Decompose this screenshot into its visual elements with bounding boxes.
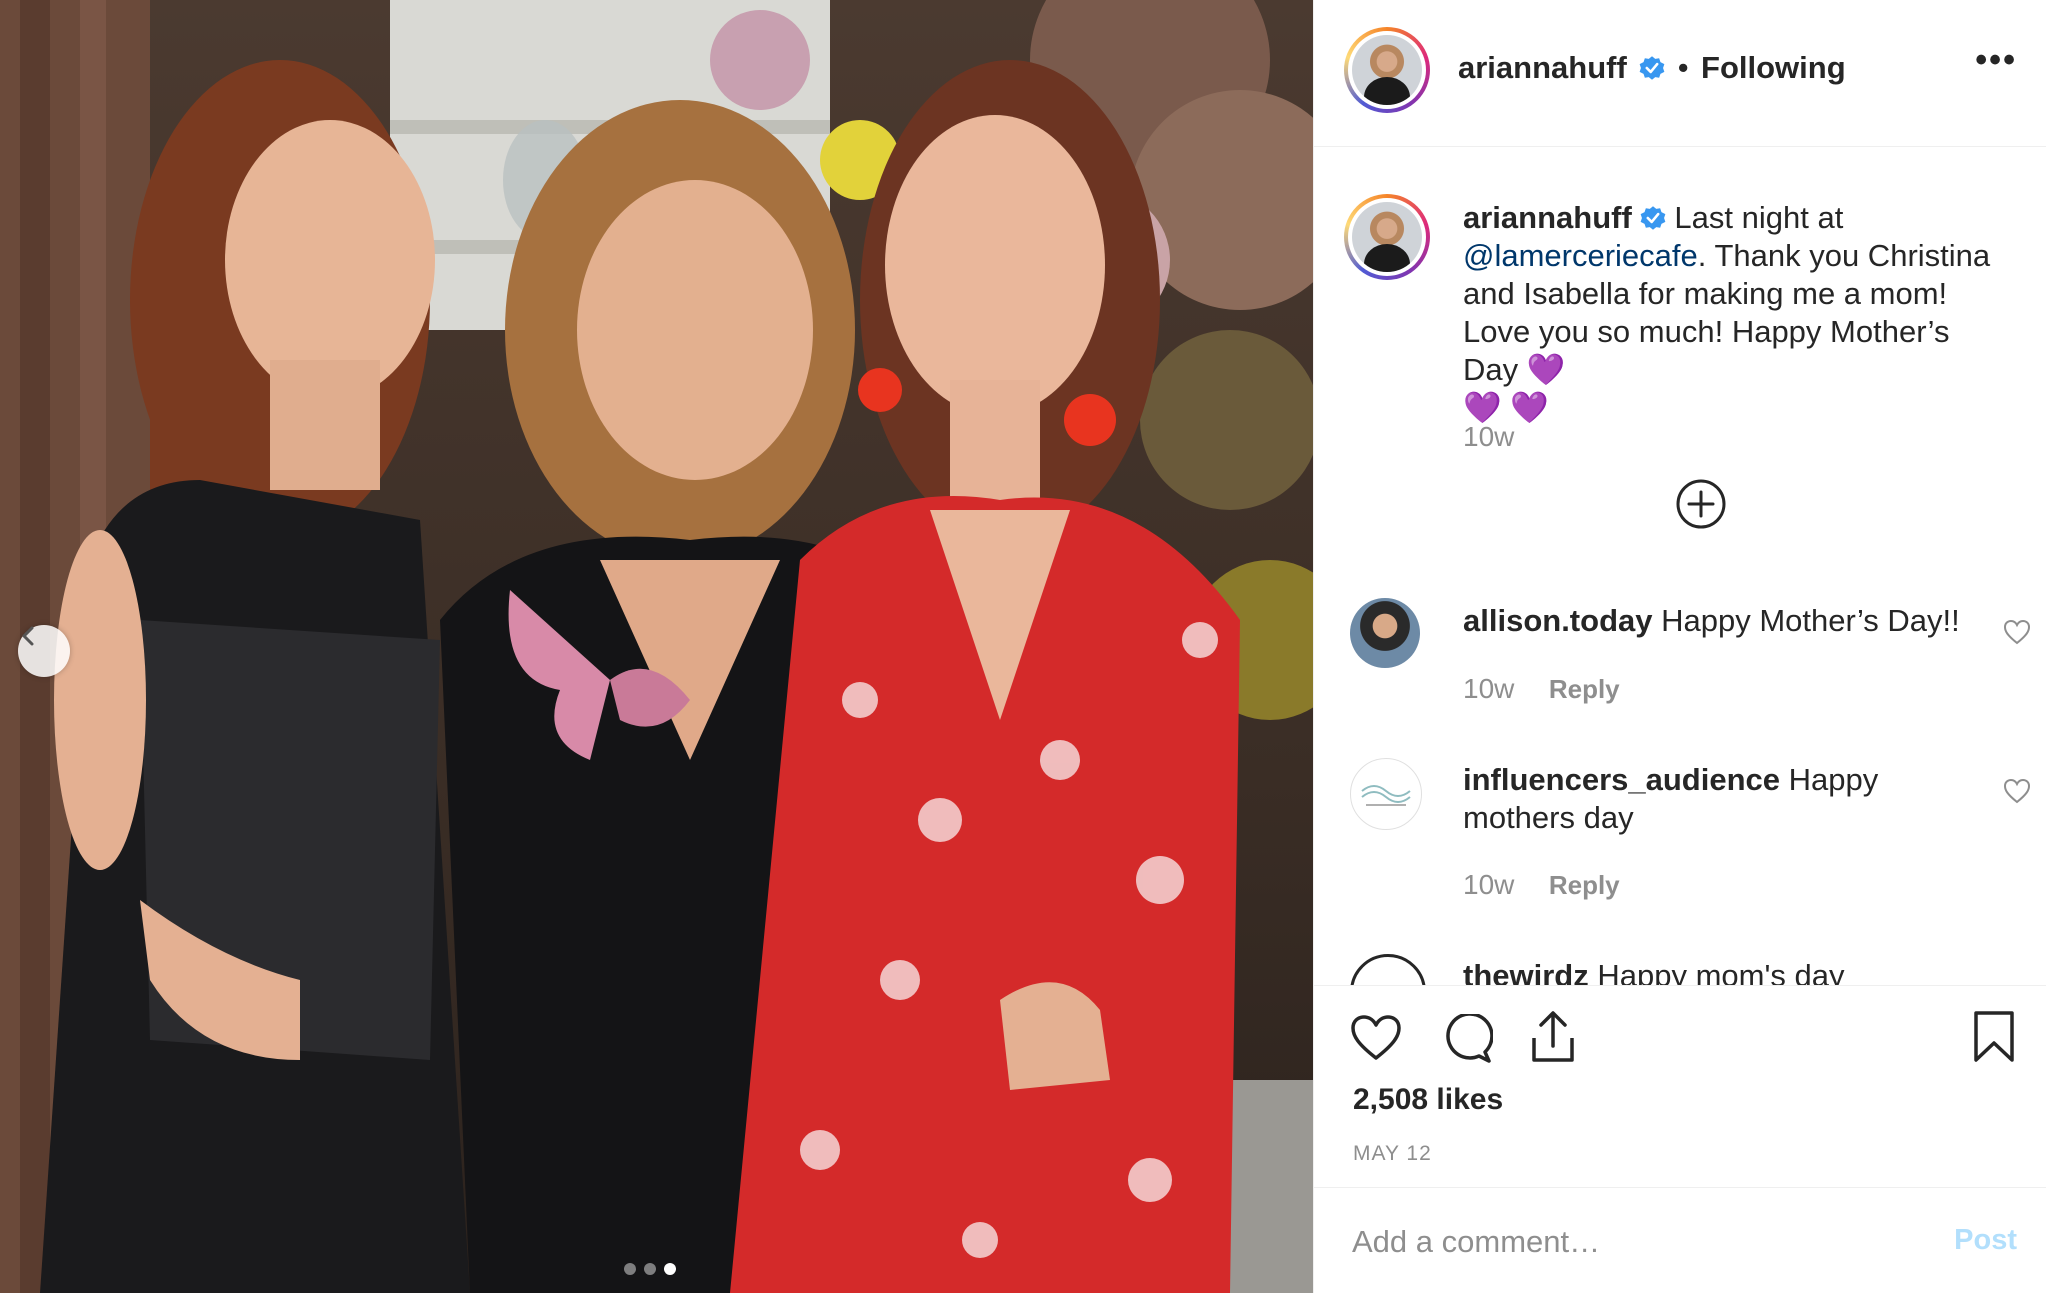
avatar[interactable] (1344, 27, 1430, 113)
header-user-line: ariannahuff • Following (1458, 50, 1846, 86)
carousel-dot (644, 1263, 656, 1275)
add-comment-input[interactable] (1350, 1218, 1914, 1266)
add-comment-bar: Post (1314, 1187, 2046, 1294)
caption-username[interactable]: ariannahuff (1463, 200, 1632, 235)
caption-emoji-line: 💜 💜 (1463, 390, 1549, 425)
comment-username[interactable]: thewirdz (1463, 958, 1589, 985)
comment-time: 10w (1463, 869, 1515, 900)
reply-button[interactable]: Reply (1549, 674, 1620, 704)
post-comment-button[interactable]: Post (1954, 1224, 2017, 1257)
post-photo (0, 0, 1313, 1293)
load-more-comments-button[interactable] (1674, 477, 1728, 536)
comments-scroll-area[interactable]: ariannahuff Last night at @lamerceriecaf… (1314, 147, 2046, 985)
post-date: MAY 12 (1353, 1142, 1432, 1165)
comment-avatar[interactable] (1350, 954, 1426, 985)
comment-avatar[interactable] (1350, 598, 1420, 668)
comment-username[interactable]: allison.today (1463, 603, 1652, 638)
like-comment-heart-icon[interactable] (2003, 778, 2031, 804)
comment-text: thewirdz Happy mom's day (1463, 957, 1983, 985)
heart-icon (1351, 1015, 1401, 1060)
post-header: ariannahuff • Following ••• (1314, 0, 2046, 147)
carousel-dots (624, 1263, 676, 1275)
comment-avatar[interactable] (1350, 758, 1422, 830)
bookmark-icon (1974, 1011, 2014, 1062)
carousel-prev-button[interactable] (18, 625, 70, 677)
caption-text-before: Last night at (1674, 200, 1844, 235)
photo-illustration (0, 0, 1313, 1293)
post-side-panel: ariannahuff • Following ••• ariannahuff … (1313, 0, 2046, 1293)
likes-count[interactable]: 2,508 likes (1353, 1083, 1503, 1117)
caption-time: 10w (1463, 421, 1515, 452)
follow-separator: • (1677, 50, 1689, 85)
caption-text: ariannahuff Last night at @lamerceriecaf… (1463, 199, 2013, 427)
avatar-image (1352, 35, 1422, 105)
header-username[interactable]: ariannahuff (1458, 50, 1627, 85)
carousel-dot-active (664, 1263, 676, 1275)
carousel-dot (624, 1263, 636, 1275)
verified-badge-icon (1639, 56, 1665, 80)
avatar-image (1352, 202, 1422, 272)
following-button[interactable]: Following (1701, 50, 1846, 85)
comment-meta: 10w Reply (1463, 869, 1620, 901)
comment-time: 10w (1463, 673, 1515, 704)
verified-badge-icon (1640, 206, 1666, 230)
more-options-icon[interactable]: ••• (1975, 43, 2017, 77)
chevron-left-icon (22, 626, 34, 646)
like-comment-heart-icon[interactable] (2003, 619, 2031, 645)
comment-meta: 10w Reply (1463, 673, 1620, 705)
comment-bubble-icon (1446, 1012, 1494, 1063)
share-icon (1532, 1011, 1574, 1062)
comment-button[interactable] (1441, 1012, 1494, 1069)
comment-body: Happy Mother’s Day!! (1661, 603, 1960, 638)
like-button[interactable] (1350, 1014, 1402, 1067)
caption-avatar[interactable] (1344, 194, 1430, 280)
share-button[interactable] (1528, 1010, 1578, 1069)
influencers-logo-icon (1361, 785, 1411, 806)
comment-username[interactable]: influencers_audience (1463, 762, 1780, 797)
save-button[interactable] (1972, 1010, 2016, 1069)
reply-button[interactable]: Reply (1549, 870, 1620, 900)
comment-body: Happy mom's day (1597, 958, 1845, 985)
comment-text: influencers_audience Happy mothers day (1463, 761, 1983, 837)
caption-mention-link[interactable]: @lamerceriecafe (1463, 238, 1698, 273)
comment-text: allison.today Happy Mother’s Day!! (1463, 602, 1983, 640)
plus-circle-icon (1676, 479, 1726, 529)
